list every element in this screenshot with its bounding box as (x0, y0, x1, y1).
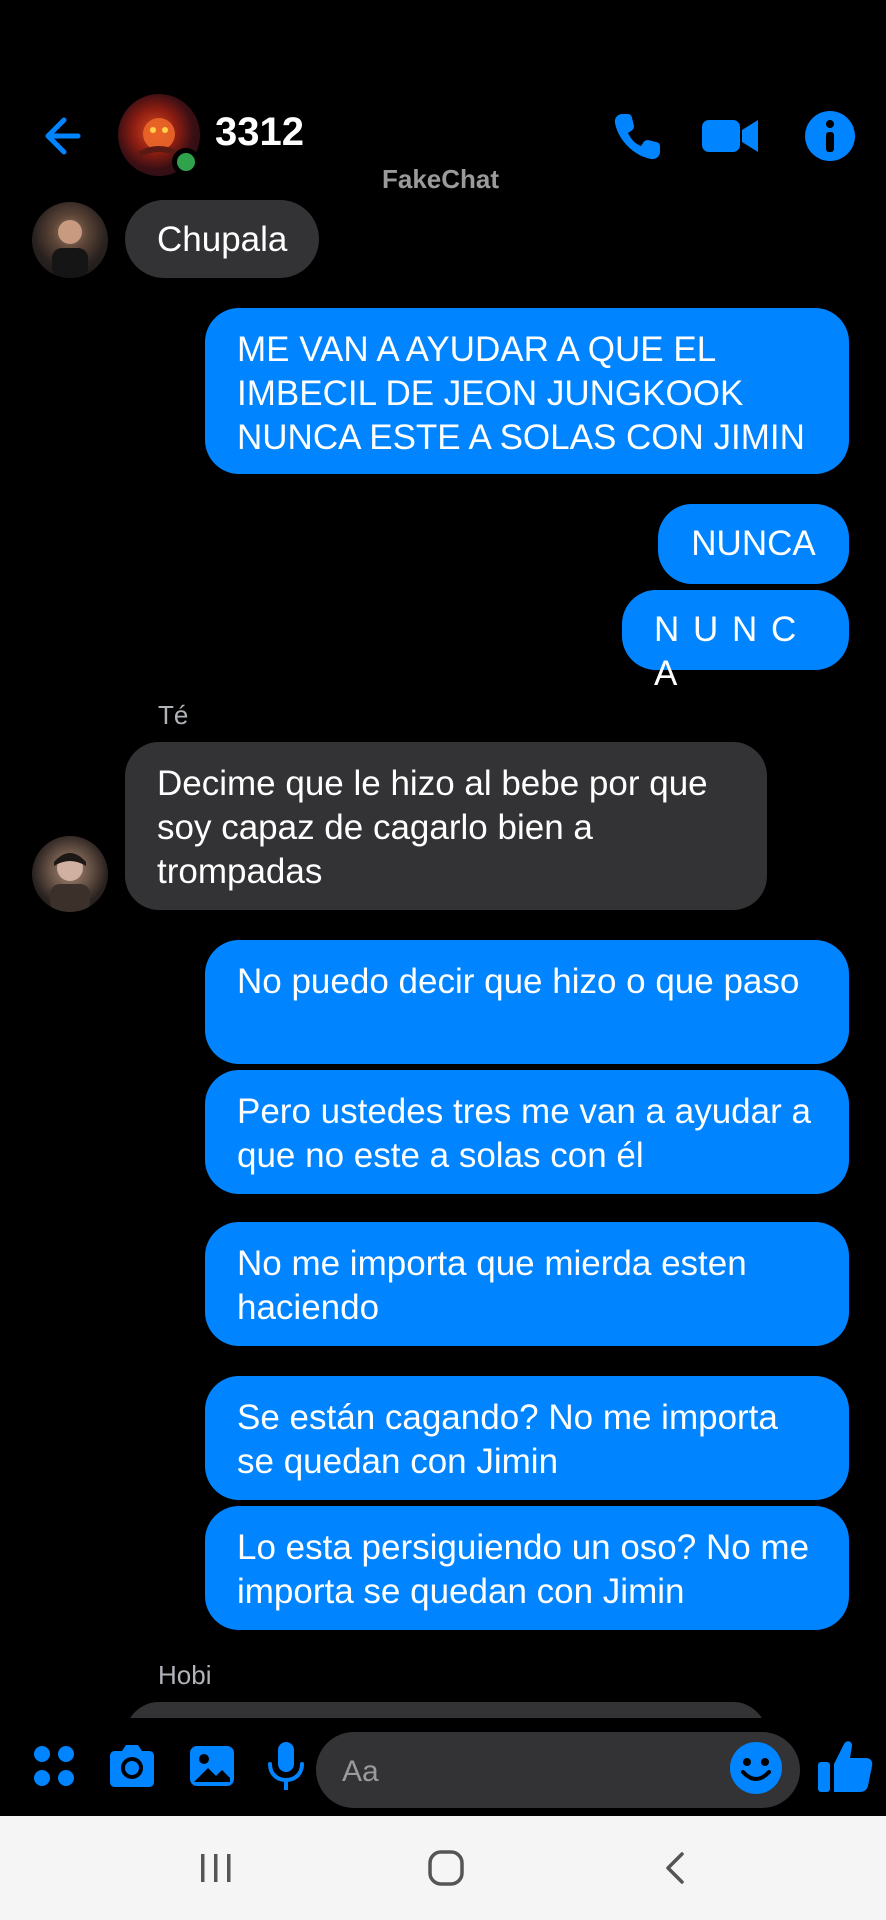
microphone-icon[interactable] (258, 1738, 314, 1794)
message-bubble[interactable]: Decime que le hizo al bebe por que soy c… (125, 742, 767, 910)
online-status-indicator (172, 148, 200, 176)
gallery-icon[interactable] (184, 1738, 240, 1794)
watermark: FakeChat (382, 164, 500, 194)
video-camera-icon[interactable] (700, 106, 760, 166)
message-text: ME VAN A AYUDAR A QUE EL IMBECIL DE JEON… (237, 330, 805, 457)
message-bubble[interactable]: ME VAN A AYUDAR A QUE EL IMBECIL DE JEON… (205, 308, 849, 474)
sender-avatar[interactable] (32, 202, 108, 278)
message-text: N U N C A (654, 610, 799, 693)
message-bubble[interactable]: N U N C A (622, 590, 849, 693)
message-text: Lo esta persiguiendo un oso? No me impor… (237, 1528, 810, 1611)
system-navigation-bar (0, 1816, 886, 1920)
apps-grid-icon[interactable] (26, 1738, 82, 1794)
emoji-icon[interactable] (728, 1740, 784, 1796)
message-bubble[interactable]: NUNCA (658, 504, 849, 584)
message-bubble[interactable]: No puedo decir que hizo o que paso (205, 940, 849, 1064)
message-input-placeholder: Aa (342, 1755, 379, 1788)
sender-name: Hobi (158, 1660, 212, 1690)
chat-title[interactable]: 3312 (215, 110, 304, 155)
message-bubble[interactable]: Lo esta persiguiendo un oso? No me impor… (205, 1506, 849, 1630)
message-text: Se están cagando? No me importa se queda… (237, 1398, 778, 1481)
message-bubble[interactable]: Pero ustedes tres me van a ayudar a que … (205, 1070, 849, 1194)
phone-icon[interactable] (608, 106, 668, 166)
message-text: NUNCA (691, 524, 816, 563)
recents-icon[interactable] (196, 1848, 236, 1888)
sender-avatar[interactable] (32, 836, 108, 912)
message-bubble[interactable]: No me importa que mierda esten haciendo (205, 1222, 849, 1346)
message-text: No puedo decir que hizo o que paso (237, 962, 800, 1001)
message-text: Chupala (157, 220, 288, 259)
message-bubble[interactable]: Se están cagando? No me importa se queda… (205, 1376, 849, 1500)
back-arrow-icon[interactable] (38, 108, 94, 164)
camera-icon[interactable] (104, 1738, 160, 1794)
message-bubble[interactable]: Chupala (125, 200, 320, 278)
sender-name: Té (158, 700, 189, 730)
message-text: No me importa que mierda esten haciendo (237, 1244, 747, 1327)
home-icon[interactable] (424, 1846, 468, 1890)
chat-header: 3312 FakeChat (0, 0, 886, 200)
message-text: Pero ustedes tres me van a ayudar a que … (237, 1092, 811, 1175)
back-icon[interactable] (656, 1848, 696, 1888)
thumbs-up-icon[interactable] (816, 1736, 874, 1796)
message-text: Decime que le hizo al bebe por que soy c… (157, 764, 708, 891)
info-icon[interactable] (800, 106, 860, 166)
